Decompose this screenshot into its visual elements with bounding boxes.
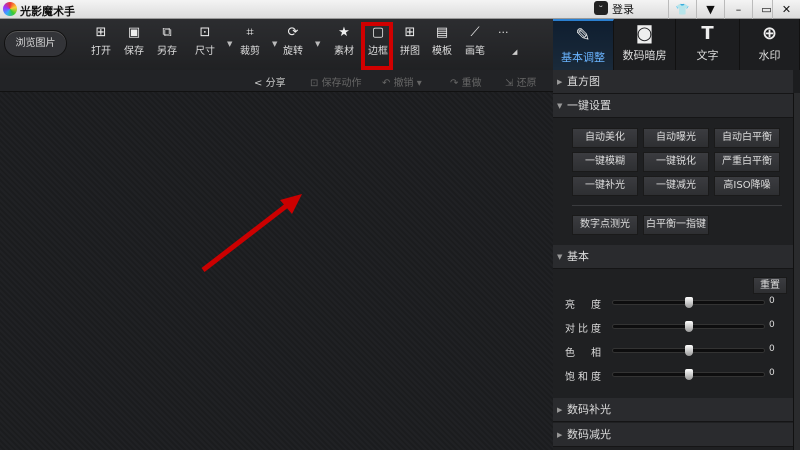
collapse-icon: ▼ [557, 102, 563, 110]
one-click-button[interactable]: 自动曝光 [643, 128, 709, 148]
slider-thumb[interactable] [684, 297, 693, 308]
section-digital-reduce[interactable]: ▶ 数码减光 [553, 423, 793, 447]
one-click-button[interactable]: 严重白平衡 [714, 152, 780, 172]
collapse-icon: ▼ [557, 253, 563, 261]
camera-icon: ◙ [635, 23, 654, 44]
tab-watermark[interactable]: ⊕ 水印 [740, 19, 800, 70]
tab-label: 水印 [758, 49, 781, 62]
edit-icon: ✎ [575, 25, 591, 46]
section-title: 基本 [567, 250, 589, 263]
slider-label: 亮 度 [565, 300, 604, 311]
close-button[interactable]: ✕ [772, 0, 800, 19]
section-histogram[interactable]: ▶ 直方图 [553, 70, 793, 94]
tab-text[interactable]: T 文字 [676, 19, 740, 70]
slider-thumb[interactable] [684, 321, 693, 332]
tab-label: 文字 [696, 49, 719, 62]
slider-label: 色 相 [565, 348, 604, 359]
section-one-click[interactable]: ▼ 一键设置 [553, 94, 793, 118]
section-title: 数码补光 [567, 403, 611, 416]
slider-value: 0 [769, 296, 775, 306]
section-digital-fill[interactable]: ▶ 数码补光 [553, 398, 793, 422]
section-title: 数码减光 [567, 428, 611, 441]
skin-button[interactable]: 👕 [668, 0, 696, 19]
tab-basic-adjust[interactable]: ✎ 基本调整 [553, 19, 614, 70]
divider [572, 205, 782, 206]
text-icon: T [701, 23, 714, 44]
one-click-button[interactable]: 一键锐化 [643, 152, 709, 172]
red-arrow-annotation [201, 194, 302, 272]
one-click-button[interactable]: 一键补光 [572, 176, 638, 196]
slider-label: 对比度 [565, 324, 604, 335]
one-click-extra-button[interactable]: 白平衡一指键 [643, 215, 709, 235]
one-click-button[interactable]: 一键模糊 [572, 152, 638, 172]
slider-value: 0 [769, 368, 775, 378]
user-avatar-icon[interactable]: ᵕ [594, 1, 608, 15]
expand-icon: ▶ [557, 78, 563, 86]
watermark-icon: ⊕ [761, 23, 778, 44]
tab-label: 基本调整 [561, 51, 605, 64]
section-title: 直方图 [567, 75, 600, 88]
expand-icon: ▶ [557, 406, 563, 414]
section-title: 一键设置 [567, 99, 611, 112]
login-link[interactable]: 登录 [612, 1, 634, 17]
one-click-button[interactable]: 高ISO降噪 [714, 176, 780, 196]
slider-value: 0 [769, 344, 775, 354]
tab-darkroom[interactable]: ◙ 数码暗房 [614, 19, 676, 70]
tab-label: 数码暗房 [622, 49, 667, 62]
one-click-button[interactable]: 自动白平衡 [714, 128, 780, 148]
one-click-button[interactable]: 自动美化 [572, 128, 638, 148]
slider-thumb[interactable] [684, 369, 693, 380]
panel-scrollbar[interactable] [793, 93, 800, 450]
section-basic[interactable]: ▼ 基本 [553, 245, 793, 269]
expand-icon: ▶ [557, 431, 563, 439]
slider-label: 饱和度 [565, 372, 604, 383]
reset-button[interactable]: 重置 [753, 277, 787, 294]
minimize-button[interactable]: – [724, 0, 752, 19]
one-click-button[interactable]: 一键减光 [643, 176, 709, 196]
one-click-extra-button[interactable]: 数字点测光 [572, 215, 638, 235]
slider-value: 0 [769, 320, 775, 330]
menu-button[interactable]: ▼ [696, 0, 724, 19]
slider-thumb[interactable] [684, 345, 693, 356]
